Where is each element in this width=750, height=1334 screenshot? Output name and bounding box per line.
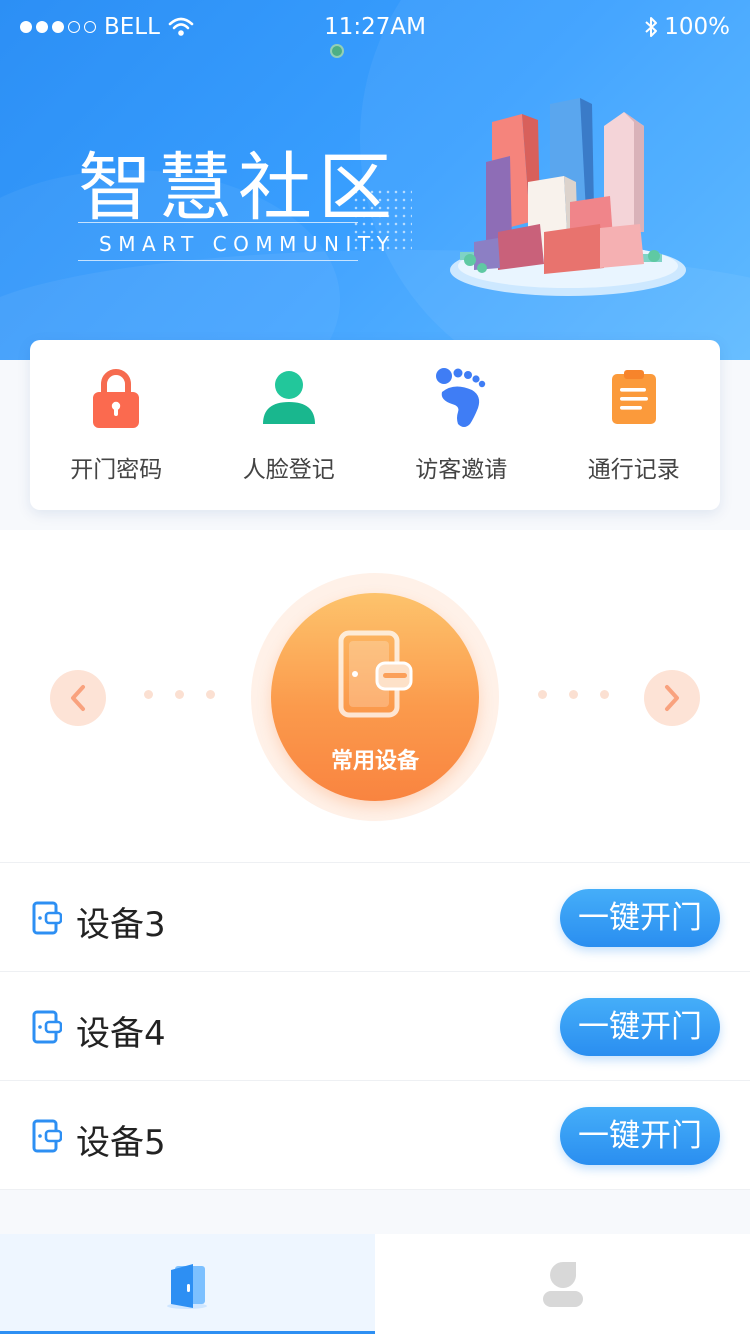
open-door-button[interactable]: 一键开门: [560, 1107, 720, 1165]
device-carousel: 常用设备: [0, 530, 750, 862]
device-name: 设备4: [76, 1014, 166, 1054]
carousel-center-ring: 常用设备: [251, 573, 499, 821]
hero-subtitle: SMART COMMUNITY: [99, 232, 396, 256]
battery-level: 100%: [664, 14, 730, 40]
door-icon: [32, 1119, 62, 1153]
open-door-button[interactable]: 一键开门: [560, 889, 720, 947]
footprint-icon: [436, 368, 486, 427]
hero-banner: BELL 11:27AM 100% 智慧社区 SMART COMMUNITY: [0, 0, 750, 360]
quick-action-face-register[interactable]: 人脸登记: [203, 340, 376, 510]
camera-dot-icon: [330, 44, 344, 58]
quick-actions-card: 开门密码 人脸登记 访客邀请 通行记录: [30, 340, 720, 510]
person-icon: [262, 371, 315, 424]
hero-divider-bottom: [78, 260, 358, 261]
tab-profile[interactable]: [375, 1234, 750, 1334]
quick-action-door-password[interactable]: 开门密码: [30, 340, 203, 510]
door-icon: [32, 901, 62, 935]
chevron-right-icon: [665, 685, 679, 711]
list-item: 设备5 一键开门: [0, 1081, 750, 1190]
status-bar: BELL 11:27AM 100%: [0, 0, 750, 58]
carousel-dots-right: [538, 690, 609, 699]
user-icon: [542, 1262, 583, 1307]
list-item: 设备4 一键开门: [0, 972, 750, 1081]
device-list: 设备3 一键开门 设备4 一键开门 设备5 一键开门: [0, 862, 750, 1190]
dot-grid-decoration: [352, 188, 412, 252]
quick-action-visitor-invite[interactable]: 访客邀请: [375, 340, 548, 510]
door-icon: [338, 630, 413, 718]
carousel-dots-left: [144, 690, 215, 699]
common-device-button[interactable]: 常用设备: [271, 593, 479, 801]
chevron-left-icon: [71, 685, 85, 711]
tab-door[interactable]: [0, 1234, 375, 1334]
status-right: 100%: [644, 14, 730, 40]
device-name: 设备5: [76, 1123, 166, 1163]
quick-action-label: 访客邀请: [415, 457, 508, 483]
list-item: 设备3 一键开门: [0, 863, 750, 972]
door-icon: [166, 1264, 207, 1309]
bluetooth-icon: [645, 17, 658, 37]
carousel-next-button[interactable]: [644, 670, 700, 726]
carousel-prev-button[interactable]: [50, 670, 106, 726]
hero-divider-top: [78, 222, 358, 223]
device-name: 设备3: [76, 905, 166, 945]
lock-icon: [93, 369, 140, 428]
quick-action-label: 开门密码: [70, 457, 163, 483]
city-illustration: [450, 98, 686, 296]
door-icon: [32, 1010, 62, 1044]
quick-action-label: 通行记录: [587, 457, 680, 483]
open-door-button[interactable]: 一键开门: [560, 998, 720, 1056]
hero-title: 智慧社区: [78, 145, 398, 231]
quick-action-access-record[interactable]: 通行记录: [548, 340, 721, 510]
quick-action-label: 人脸登记: [242, 457, 335, 483]
common-device-label: 常用设备: [330, 749, 419, 774]
status-time: 11:27AM: [324, 14, 426, 40]
clipboard-icon: [611, 370, 656, 424]
tab-bar: [0, 1234, 750, 1334]
